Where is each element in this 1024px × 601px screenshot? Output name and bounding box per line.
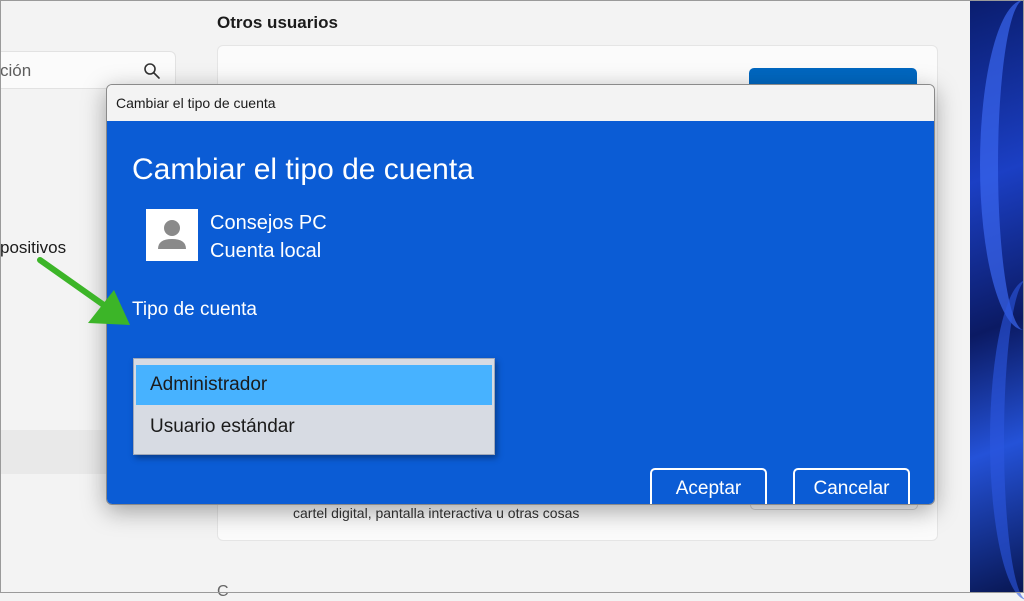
dialog-heading: Cambiar el tipo de cuenta [132,153,474,186]
person-icon [158,220,186,249]
option-administrator[interactable]: Administrador [136,365,492,405]
cancel-button[interactable]: Cancelar [793,468,910,504]
kiosk-description: cartel digital, pantalla interactiva u o… [293,505,580,521]
change-account-type-dialog: Cambiar el tipo de cuenta Cambiar el tip… [106,84,935,505]
dialog-body: Cambiar el tipo de cuenta Consejos PC Cu… [107,121,934,504]
user-avatar-icon [146,209,198,261]
next-section-title: C [217,583,229,600]
dialog-titlebar[interactable]: Cambiar el tipo de cuenta [107,85,934,121]
user-name: Consejos PC [210,212,327,234]
search-icon[interactable] [143,62,161,80]
option-standard-user[interactable]: Usuario estándar [136,407,492,447]
section-title: Otros usuarios [217,13,338,32]
ok-button[interactable]: Aceptar [650,468,767,504]
dialog-window-title: Cambiar el tipo de cuenta [116,95,276,111]
green-arrow-icon [37,257,130,325]
user-account-kind: Cuenta local [210,240,322,262]
account-type-label: Tipo de cuenta [132,299,257,320]
account-type-dropdown[interactable]: Administrador Usuario estándar [133,358,495,455]
search-input-text: ción [0,61,32,80]
